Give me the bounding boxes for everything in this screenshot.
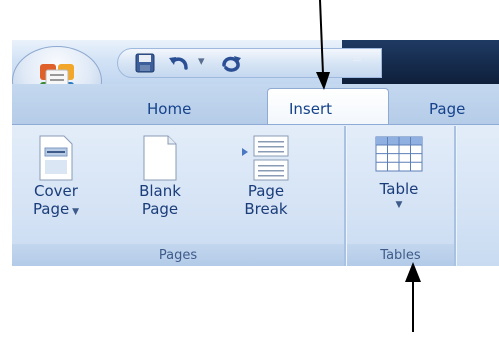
dropdown-arrow-icon: ▼ (395, 200, 403, 210)
page-break-label-line1: Page (247, 182, 285, 200)
tab-page-layout[interactable]: Page (429, 100, 465, 118)
undo-dropdown-icon[interactable]: ▾ (198, 54, 205, 69)
tab-strip (12, 84, 499, 124)
undo-icon[interactable] (164, 51, 194, 75)
tab-home[interactable]: Home (147, 100, 191, 118)
cover-page-button[interactable]: Cover Page ▼ (26, 134, 86, 221)
cover-page-label-line1: Cover (34, 182, 78, 200)
cover-page-label-text: Page (32, 200, 70, 218)
page-break-button[interactable]: Page Break (234, 134, 298, 218)
save-icon[interactable] (132, 51, 158, 75)
group-label-pages: Pages (12, 244, 344, 266)
word-ribbon-screenshot: ▾ = Home Insert Page Cover Page ▼ Blank … (12, 40, 499, 266)
annotation-arrow-up (405, 262, 421, 332)
dropdown-arrow-icon: ▼ (69, 207, 80, 217)
redo-icon[interactable] (216, 51, 246, 75)
table-icon (375, 136, 423, 172)
group-divider (454, 126, 457, 266)
table-label: Table (379, 180, 419, 198)
cover-page-label-line2: Page ▼ (33, 200, 79, 221)
blank-page-label-line2: Page (141, 200, 179, 218)
blank-page-icon (143, 135, 177, 181)
tab-insert[interactable]: Insert (289, 100, 332, 118)
page-break-icon (242, 135, 289, 181)
group-label-tables: Tables (347, 244, 454, 266)
annotation-arrow-down (316, 0, 330, 90)
blank-page-button[interactable]: Blank Page (130, 134, 190, 218)
blank-page-label-line1: Blank (139, 182, 181, 200)
customize-icon[interactable]: = (352, 52, 362, 66)
table-button[interactable]: Table ▼ (360, 134, 438, 210)
page-break-label-line2: Break (244, 200, 288, 218)
cover-page-icon (39, 135, 73, 181)
